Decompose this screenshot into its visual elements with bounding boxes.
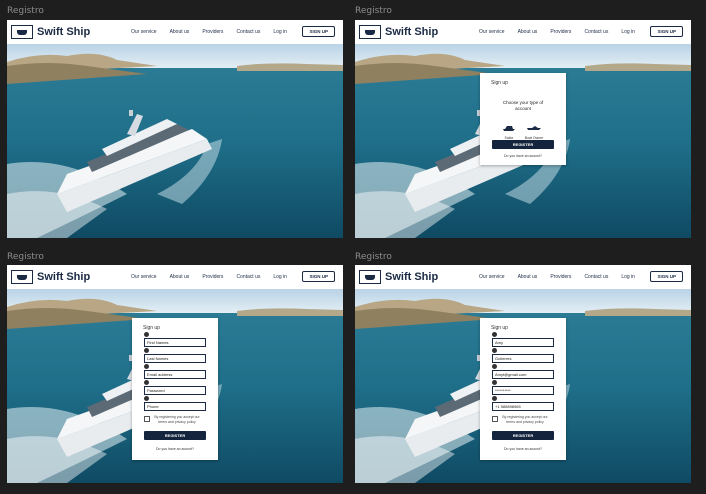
- first-name-input[interactable]: Amy: [492, 338, 554, 347]
- nav-our-service[interactable]: Our service: [131, 29, 157, 35]
- password-input[interactable]: Password: [144, 386, 206, 395]
- phone-field: +1 585898965: [492, 396, 554, 411]
- frame-label: Registro: [355, 252, 392, 262]
- frame-filled-form: Swift Ship Our service About us Provider…: [355, 265, 691, 483]
- nav-contact-us[interactable]: Contact us: [584, 274, 608, 280]
- phone-input[interactable]: +1 585898965: [492, 402, 554, 411]
- logo-icon[interactable]: [359, 25, 381, 39]
- password-field: Password: [144, 380, 206, 395]
- first-name-input[interactable]: First Names: [144, 338, 206, 347]
- navbar: Swift Ship Our service About us Provider…: [7, 265, 343, 289]
- user-icon: [144, 348, 149, 353]
- frame-account-type: Swift Ship Our service About us Provider…: [355, 20, 691, 238]
- signup-button[interactable]: SIGN UP: [302, 271, 335, 282]
- lock-icon: [492, 380, 497, 385]
- mail-icon: [144, 364, 149, 369]
- signup-button[interactable]: SIGN UP: [650, 26, 683, 37]
- nav-about-us[interactable]: About us: [518, 29, 538, 35]
- user-icon: [492, 348, 497, 353]
- logo-icon[interactable]: [359, 270, 381, 284]
- frame-label: Registro: [7, 252, 44, 262]
- user-icon: [144, 332, 149, 337]
- logo-icon[interactable]: [11, 25, 33, 39]
- nav-log-in[interactable]: Log in: [621, 274, 635, 280]
- option-sailor[interactable]: Sailor: [500, 118, 518, 140]
- nav-our-service[interactable]: Our service: [479, 274, 505, 280]
- nav-providers[interactable]: Providers: [550, 29, 571, 35]
- phone-field: Phone: [144, 396, 206, 411]
- nav-contact-us[interactable]: Contact us: [236, 29, 260, 35]
- login-link[interactable]: Do you have an acount?: [132, 447, 218, 451]
- password-field: **********: [492, 380, 554, 395]
- frame-empty-form: Swift Ship Our service About us Provider…: [7, 265, 343, 483]
- account-type-modal: Sign up Choose your type of account Sail…: [480, 73, 566, 165]
- email-field: Email address: [144, 364, 206, 379]
- nav-about-us[interactable]: About us: [518, 274, 538, 280]
- login-link[interactable]: Do you have an acount?: [480, 154, 566, 158]
- nav-contact-us[interactable]: Contact us: [236, 274, 260, 280]
- brand-name[interactable]: Swift Ship: [385, 26, 475, 38]
- nav-log-in[interactable]: Log in: [621, 29, 635, 35]
- brand-name[interactable]: Swift Ship: [385, 271, 475, 283]
- frame-landing: Swift Ship Our service About us Provider…: [7, 20, 343, 238]
- last-name-input[interactable]: Gutierres: [492, 354, 554, 363]
- modal-title: Sign up: [491, 80, 508, 86]
- signup-form-modal: Sign up Amy Gutierres Amyt@gmail.com ***…: [480, 318, 566, 460]
- phone-icon: [492, 396, 497, 401]
- frame-label: Registro: [355, 6, 392, 16]
- yacht-icon: [503, 126, 515, 131]
- terms-row: By registering you accept our terms and …: [144, 415, 201, 425]
- first-name-field: Amy: [492, 332, 554, 347]
- speedboat-icon: [527, 126, 541, 130]
- email-input[interactable]: Email address: [144, 370, 206, 379]
- nav-providers[interactable]: Providers: [202, 29, 223, 35]
- email-field: Amyt@gmail.com: [492, 364, 554, 379]
- register-button[interactable]: REGISTER: [144, 431, 206, 440]
- lock-icon: [144, 380, 149, 385]
- nav-our-service[interactable]: Our service: [131, 274, 157, 280]
- terms-text: By registering you accept our terms and …: [154, 415, 200, 424]
- brand-name[interactable]: Swift Ship: [37, 26, 127, 38]
- modal-title: Sign up: [491, 325, 508, 331]
- option-boat-owner[interactable]: Boat Owner: [523, 118, 545, 140]
- navbar: Swift Ship Our service About us Provider…: [355, 20, 691, 44]
- email-input[interactable]: Amyt@gmail.com: [492, 370, 554, 379]
- signup-button[interactable]: SIGN UP: [302, 26, 335, 37]
- last-name-field: Gutierres: [492, 348, 554, 363]
- nav-providers[interactable]: Providers: [550, 274, 571, 280]
- phone-icon: [144, 396, 149, 401]
- nav-our-service[interactable]: Our service: [479, 29, 505, 35]
- terms-row: By registering you accept our terms and …: [492, 415, 549, 425]
- nav-about-us[interactable]: About us: [170, 29, 190, 35]
- last-name-input[interactable]: Last Names: [144, 354, 206, 363]
- hero-image: [7, 44, 343, 238]
- nav-about-us[interactable]: About us: [170, 274, 190, 280]
- logo-icon[interactable]: [11, 270, 33, 284]
- register-button[interactable]: REGISTER: [492, 431, 554, 440]
- signup-form-modal: Sign up First Names Last Names Email add…: [132, 318, 218, 460]
- user-icon: [492, 332, 497, 337]
- navbar: Swift Ship Our service About us Provider…: [7, 20, 343, 44]
- nav-log-in[interactable]: Log in: [273, 274, 287, 280]
- account-type-heading: Choose your type of account: [502, 100, 544, 111]
- password-input[interactable]: **********: [492, 386, 554, 395]
- register-button[interactable]: REGISTER: [492, 140, 554, 149]
- nav-providers[interactable]: Providers: [202, 274, 223, 280]
- mail-icon: [492, 364, 497, 369]
- terms-text: By registering you accept our terms and …: [502, 415, 548, 424]
- navbar: Swift Ship Our service About us Provider…: [355, 265, 691, 289]
- brand-name[interactable]: Swift Ship: [37, 271, 127, 283]
- phone-input[interactable]: Phone: [144, 402, 206, 411]
- terms-checkbox[interactable]: [144, 416, 150, 422]
- first-name-field: First Names: [144, 332, 206, 347]
- login-link[interactable]: Do you have an acount?: [480, 447, 566, 451]
- nav-log-in[interactable]: Log in: [273, 29, 287, 35]
- frame-label: Registro: [7, 6, 44, 16]
- nav-contact-us[interactable]: Contact us: [584, 29, 608, 35]
- signup-button[interactable]: SIGN UP: [650, 271, 683, 282]
- last-name-field: Last Names: [144, 348, 206, 363]
- terms-checkbox[interactable]: [492, 416, 498, 422]
- modal-title: Sign up: [143, 325, 160, 331]
